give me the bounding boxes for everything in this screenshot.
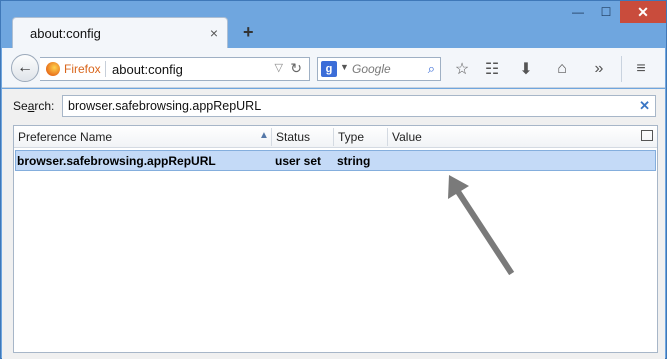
bookmark-star-icon[interactable]: ☆ <box>451 58 473 80</box>
column-header-type[interactable]: Type <box>338 130 364 144</box>
minimize-button[interactable]: — <box>564 1 592 23</box>
toolbar-separator <box>621 56 622 82</box>
back-arrow-icon: ← <box>17 59 33 76</box>
url-bar[interactable]: Firefox about:config ▽ ↻ <box>40 57 310 81</box>
search-placeholder: Google <box>352 62 391 76</box>
search-label: Search: <box>13 99 55 113</box>
window-controls: — ☐ ✕ <box>564 1 666 23</box>
column-divider[interactable] <box>333 128 334 146</box>
url-text[interactable]: about:config <box>112 62 183 77</box>
column-header-status[interactable]: Status <box>276 130 310 144</box>
url-separator <box>105 61 106 77</box>
history-dropdown-icon[interactable]: ▽ <box>275 61 283 74</box>
tab-title: about:config <box>30 26 101 41</box>
browser-window: about:config × + — ☐ ✕ ← Firefox about:c… <box>0 0 667 359</box>
table-row[interactable]: browser.safebrowsing.appRepURL user set … <box>15 150 656 171</box>
search-bar[interactable]: g ▼ Google ⌕ <box>317 57 441 81</box>
firefox-logo-icon <box>46 62 60 76</box>
row-status: user set <box>275 154 322 168</box>
tab-about-config[interactable]: about:config × <box>12 17 228 49</box>
magnifier-icon[interactable]: ⌕ <box>428 61 435 77</box>
identity-label: Firefox <box>64 62 101 76</box>
home-icon[interactable]: ⌂ <box>551 58 573 80</box>
downloads-icon[interactable]: ⬇ <box>515 58 537 80</box>
hamburger-menu-icon[interactable]: ≡ <box>630 58 652 80</box>
identity-box[interactable]: Firefox <box>46 62 101 76</box>
search-engine-icon[interactable]: g <box>321 61 337 77</box>
table-header: Preference Name ▲ Status Type Value <box>14 126 657 148</box>
row-type: string <box>337 154 371 168</box>
close-tab-icon[interactable]: × <box>210 25 218 41</box>
new-tab-button[interactable]: + <box>243 22 254 43</box>
preferences-table[interactable]: Preference Name ▲ Status Type Value brow… <box>13 125 658 353</box>
overflow-chevron-icon[interactable]: » <box>588 58 610 80</box>
column-divider[interactable] <box>271 128 272 146</box>
row-preference-name: browser.safebrowsing.appRepURL <box>17 154 216 168</box>
column-picker-icon[interactable] <box>641 130 653 141</box>
reload-icon[interactable]: ↻ <box>290 60 302 77</box>
navigation-toolbar: ← Firefox about:config ▽ ↻ g ▼ Google ⌕ … <box>2 48 665 88</box>
column-divider[interactable] <box>387 128 388 146</box>
search-engine-dropdown-icon[interactable]: ▼ <box>340 62 349 72</box>
column-header-value[interactable]: Value <box>392 130 422 144</box>
column-header-preference-name[interactable]: Preference Name <box>18 130 112 144</box>
clear-filter-icon[interactable]: ✕ <box>639 98 650 114</box>
sort-ascending-icon: ▲ <box>259 130 269 141</box>
about-config-page: Search: browser.safebrowsing.appRepURL ✕… <box>2 89 665 359</box>
config-search-row: Search: browser.safebrowsing.appRepURL ✕ <box>2 89 665 123</box>
maximize-button[interactable]: ☐ <box>592 1 620 23</box>
preference-filter-input[interactable]: browser.safebrowsing.appRepURL ✕ <box>62 95 656 117</box>
tab-strip: about:config × + — ☐ ✕ <box>1 1 666 49</box>
bookmarks-menu-icon[interactable]: ☷ <box>481 58 503 80</box>
back-button[interactable]: ← <box>11 54 39 82</box>
filter-value: browser.safebrowsing.appRepURL <box>68 99 262 113</box>
close-window-button[interactable]: ✕ <box>620 1 666 23</box>
